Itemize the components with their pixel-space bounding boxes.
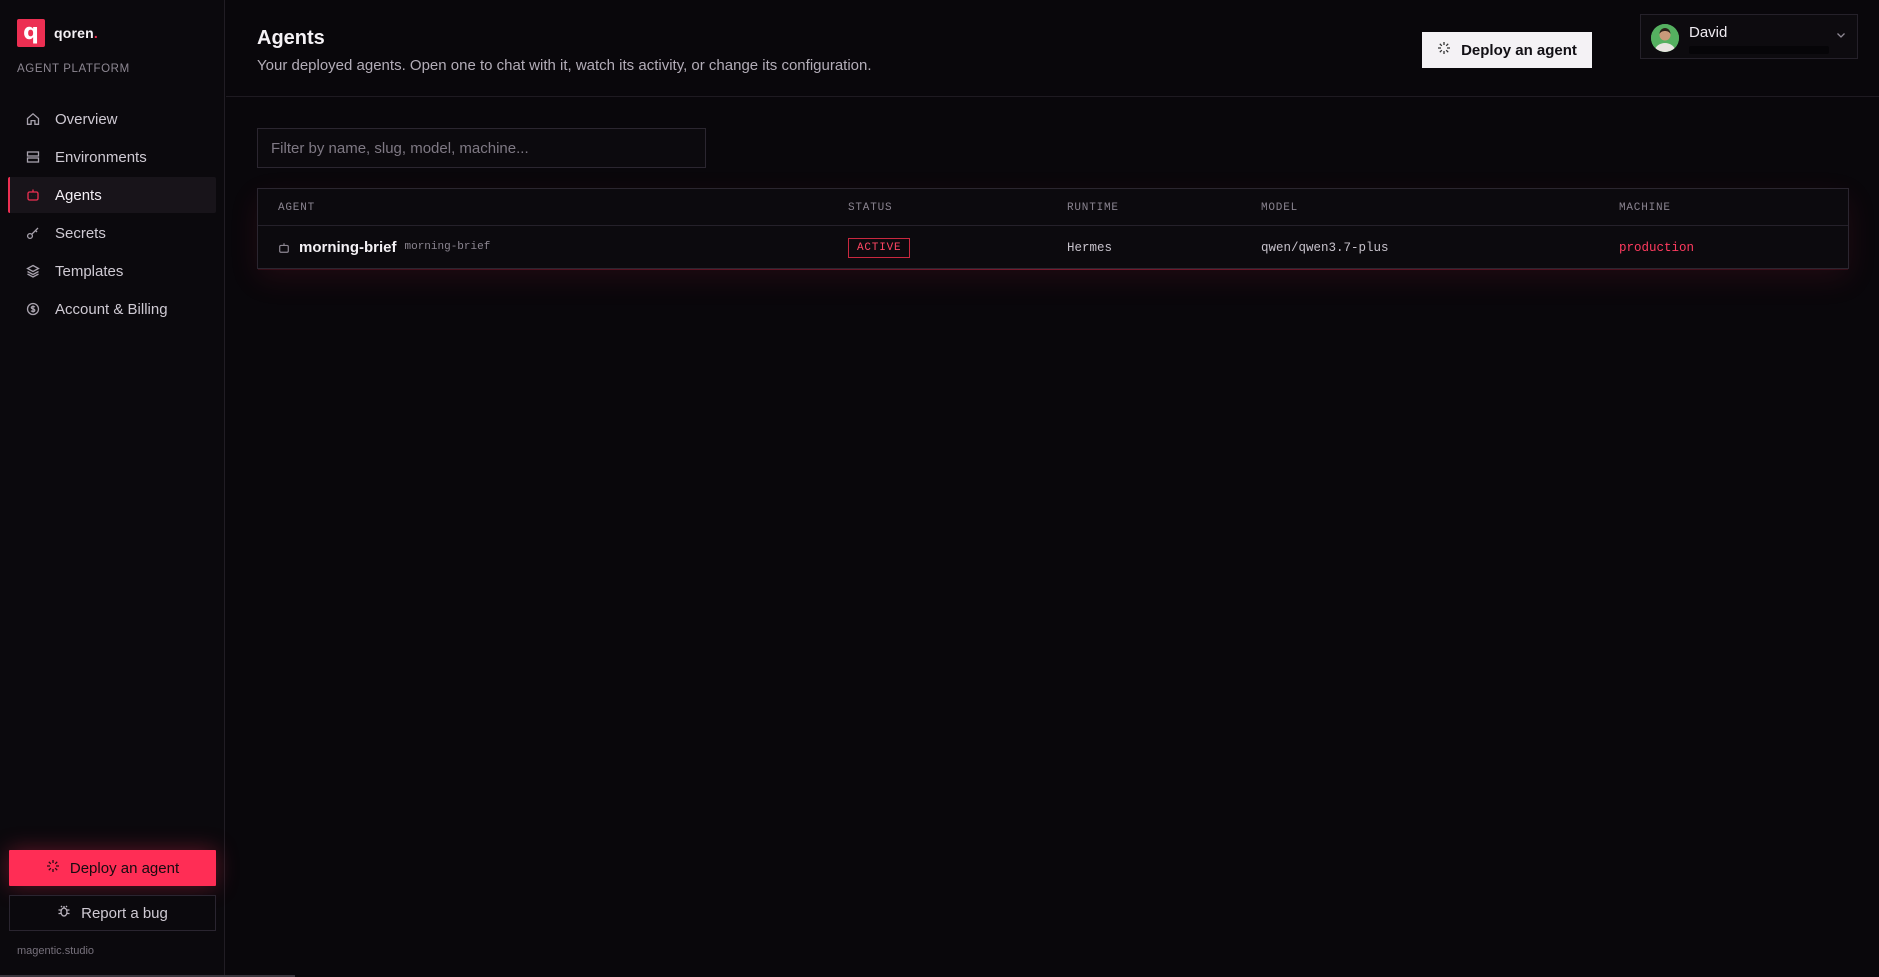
sidebar-item-label: Agents: [55, 186, 102, 204]
sidebar-nav: Overview Environments Agents Secrets Tem…: [8, 101, 216, 329]
table-row[interactable]: morning-brief morning-brief ACTIVE Herme…: [258, 226, 1848, 270]
table-header: AGENT STATUS RUNTIME MODEL MACHINE: [258, 189, 1848, 226]
header-deploy-button[interactable]: Deploy an agent: [1422, 32, 1592, 68]
chevron-down-icon: [1835, 28, 1847, 46]
brand-name: qoren.: [54, 25, 98, 41]
header-deploy-label: Deploy an agent: [1461, 41, 1577, 59]
status-cell: ACTIVE: [848, 226, 911, 269]
sparkle-icon: [46, 859, 60, 877]
sidebar-item-overview[interactable]: Overview: [8, 101, 216, 137]
sidebar-deploy-label: Deploy an agent: [69, 859, 180, 877]
runtime-cell: Hermes: [1067, 226, 1112, 269]
sidebar-item-agents[interactable]: Agents: [8, 177, 216, 213]
sidebar-item-label: Environments: [55, 148, 147, 166]
sidebar-item-templates[interactable]: Templates: [8, 253, 216, 289]
sidebar-item-secrets[interactable]: Secrets: [8, 215, 216, 251]
agent-cell: morning-brief morning-brief: [278, 226, 490, 269]
key-icon: [25, 225, 41, 241]
brand-name-text: qoren: [54, 25, 94, 41]
column-header-runtime[interactable]: RUNTIME: [1067, 202, 1119, 214]
sidebar-deploy-button[interactable]: Deploy an agent: [9, 850, 216, 886]
sidebar-item-label: Overview: [55, 110, 118, 128]
agent-name[interactable]: morning-brief: [299, 239, 397, 256]
sidebar-item-account-billing[interactable]: Account & Billing: [8, 291, 216, 327]
layers-icon: [25, 263, 41, 279]
model-value: qwen/qwen3.7-plus: [1261, 240, 1389, 255]
footer-domain[interactable]: magentic.studio: [17, 945, 94, 957]
sidebar-item-label: Templates: [55, 262, 124, 280]
bot-icon: [25, 187, 41, 203]
report-bug-label: Report a bug: [81, 904, 168, 922]
agent-filter-input[interactable]: [257, 128, 706, 168]
brand-name-dot: .: [93, 25, 98, 41]
column-header-agent[interactable]: AGENT: [278, 202, 315, 214]
page-title: Agents: [257, 27, 325, 49]
dollar-icon: [25, 301, 41, 317]
column-header-model[interactable]: MODEL: [1261, 202, 1298, 214]
logo-mark: q: [17, 19, 45, 47]
user-info: David: [1689, 22, 1835, 54]
column-header-machine[interactable]: MACHINE: [1619, 202, 1671, 214]
platform-label: AGENT PLATFORM: [17, 63, 130, 75]
model-cell: qwen/qwen3.7-plus: [1261, 226, 1389, 269]
column-header-status[interactable]: STATUS: [848, 202, 892, 214]
status-badge: ACTIVE: [848, 237, 911, 258]
agents-table: AGENT STATUS RUNTIME MODEL MACHINE morni…: [257, 188, 1849, 270]
sparkle-icon: [1437, 41, 1451, 59]
brand-logo[interactable]: q qoren.: [17, 19, 98, 47]
sidebar: q qoren. AGENT PLATFORM Overview Environ…: [0, 0, 225, 977]
machine-cell: production: [1619, 226, 1694, 269]
bug-icon: [57, 904, 71, 922]
bot-icon: [278, 242, 290, 254]
server-icon: [25, 149, 41, 165]
machine-value[interactable]: production: [1619, 241, 1694, 255]
sidebar-item-environments[interactable]: Environments: [8, 139, 216, 175]
sidebar-item-label: Account & Billing: [55, 300, 168, 318]
avatar: [1651, 24, 1679, 52]
runtime-value: Hermes: [1067, 240, 1113, 255]
sidebar-item-label: Secrets: [55, 224, 106, 242]
page-header: Agents Your deployed agents. Open one to…: [226, 0, 1879, 97]
user-email-redacted: [1689, 46, 1829, 54]
home-icon: [25, 111, 41, 127]
user-menu[interactable]: David: [1640, 14, 1858, 59]
main-content: Agents Your deployed agents. Open one to…: [226, 0, 1879, 977]
agent-slug: morning-brief: [404, 240, 491, 253]
report-bug-button[interactable]: Report a bug: [9, 895, 216, 931]
app-root: q qoren. AGENT PLATFORM Overview Environ…: [0, 0, 1879, 977]
page-subtitle: Your deployed agents. Open one to chat w…: [257, 57, 872, 74]
user-name: David: [1689, 24, 1728, 41]
